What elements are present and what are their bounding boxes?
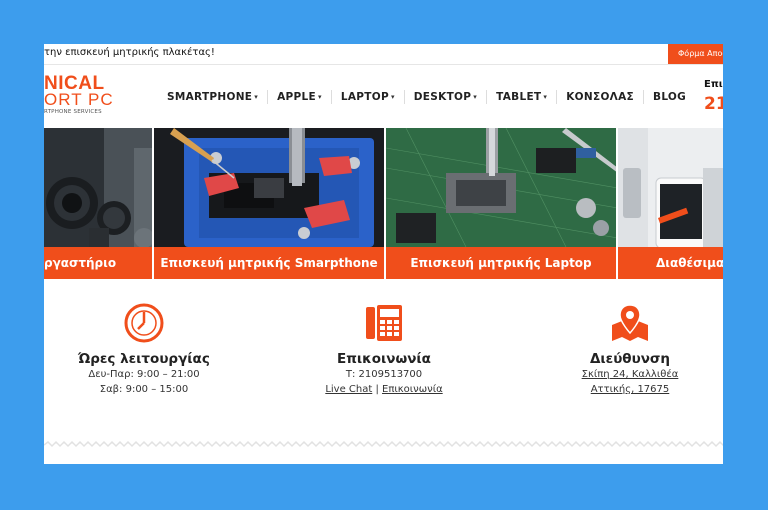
slide-laptop-board[interactable]: Επισκευή μητρικής Laptop [386, 128, 618, 279]
nav-item-apple[interactable]: APPLE ▾ [267, 90, 331, 104]
slide-caption: Διαθέσιμα [618, 247, 723, 279]
nav-item-smartphone[interactable]: SMARTPHONE ▾ [163, 90, 267, 104]
nav-item-desktop[interactable]: DESKTOP ▾ [403, 90, 486, 104]
nav-item-label: DESKTOP [413, 91, 472, 103]
live-chat-link[interactable]: Live Chat [325, 384, 372, 395]
slide-smartphone-board[interactable]: Επισκευή μητρικής Smarpthone [154, 128, 386, 279]
browser-viewport: την επισκευή μητρικής πλακέτας! Φόρμα Απ… [44, 44, 723, 464]
slide-image-devices [618, 128, 723, 247]
image-slider: ργαστήριο Επισκευή μητρικής Smarpthone Ε… [44, 128, 723, 279]
zigzag-divider [44, 440, 723, 448]
header-phone-title: Επι [704, 79, 723, 90]
phone-icon [364, 303, 404, 343]
nav-item-label: ΚΟΝΣΟΛΑΣ [566, 91, 635, 103]
nav-item-blog[interactable]: BLOG [643, 90, 695, 104]
slide-caption: Επισκευή μητρικής Laptop [386, 247, 616, 279]
address-line-1[interactable]: Σκίπη 24, Καλλιθέα [550, 367, 710, 382]
form-button[interactable]: Φόρμα Αποσ [668, 44, 723, 64]
logo-line-2: ORT PC [44, 90, 114, 109]
chevron-down-icon: ▾ [318, 93, 322, 101]
link-separator: | [375, 384, 379, 395]
header-phone[interactable]: Επι 21 [704, 79, 723, 114]
feature-contact: Επικοινωνία Τ: 2109513700 Live Chat | Επ… [304, 303, 464, 397]
site-logo[interactable]: NICAL ORT PC RTPHONE SERVICES [44, 73, 114, 119]
logo-line-3: RTPHONE SERVICES [44, 109, 102, 115]
address-link[interactable]: Σκίπη 24, Καλλιθέα [582, 369, 679, 380]
top-bar-message: την επισκευή μητρικής πλακέτας! [44, 47, 215, 58]
nav-item-label: TABLET [496, 91, 542, 103]
slide-image-smartphone-board [154, 128, 384, 247]
nav-item-label: APPLE [277, 91, 317, 103]
feature-title: Επικοινωνία [337, 351, 431, 367]
feature-title: Διεύθυνση [589, 351, 671, 367]
nav-item-label: LAPTOP [340, 91, 389, 103]
site-header: NICAL ORT PC RTPHONE SERVICES SMARTPHONE… [44, 65, 723, 127]
slide-caption: ργαστήριο [44, 247, 152, 279]
nav-item-label: SMARTPHONE [167, 91, 253, 103]
chevron-down-icon: ▾ [543, 93, 548, 101]
feature-title: Ώρες λειτουργίας [78, 351, 210, 367]
main-nav: SMARTPHONE ▾ APPLE ▾ LAPTOP ▾ DESKTOP ▾ TABL… [163, 89, 695, 105]
nav-item-laptop[interactable]: LAPTOP ▾ [330, 90, 404, 104]
slide-image-laptop-board [386, 128, 616, 247]
map-pin-icon [610, 303, 650, 343]
slide-image-lab [44, 128, 152, 247]
slide-lab[interactable]: ργαστήριο [44, 128, 154, 279]
contact-links: Live Chat | Επικοινωνία [304, 382, 464, 397]
nav-item-tablet[interactable]: TABLET ▾ [486, 90, 556, 104]
slide-devices[interactable]: Διαθέσιμα [618, 128, 723, 279]
slide-caption: Επισκευή μητρικής Smarpthone [154, 247, 384, 279]
feature-hours: Ώρες λειτουργίας Δευ-Παρ: 9:00 – 21:00 Σ… [44, 303, 244, 397]
header-phone-number: 21 [704, 94, 723, 114]
chevron-down-icon: ▾ [390, 93, 395, 101]
nav-item-label: BLOG [653, 91, 687, 103]
chevron-down-icon: ▾ [254, 93, 259, 101]
address-link[interactable]: Αττικής, 17675 [591, 384, 670, 395]
feature-address: Διεύθυνση Σκίπη 24, Καλλιθέα Αττικής, 17… [550, 303, 710, 397]
top-bar: την επισκευή μητρικής πλακέτας! Φόρμα Απ… [44, 44, 723, 65]
contact-phone: Τ: 2109513700 [345, 369, 423, 380]
address-line-2[interactable]: Αττικής, 17675 [550, 382, 710, 397]
clock-icon [124, 303, 164, 343]
hours-saturday: Σαβ: 9:00 – 15:00 [99, 384, 189, 395]
chevron-down-icon: ▾ [473, 93, 478, 101]
nav-item-konsolas[interactable]: ΚΟΝΣΟΛΑΣ [556, 90, 643, 104]
contact-link[interactable]: Επικοινωνία [382, 384, 443, 395]
hours-weekdays: Δευ-Παρ: 9:00 – 21:00 [88, 369, 200, 380]
